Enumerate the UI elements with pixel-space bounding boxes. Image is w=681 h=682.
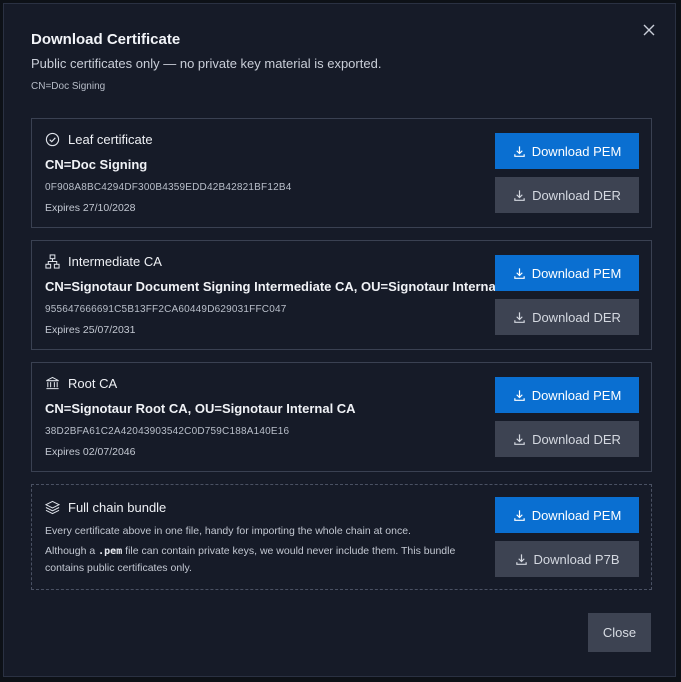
- leaf-certificate-card: Leaf certificate CN=Doc Signing 0F908A8B…: [31, 118, 652, 228]
- download-icon: [513, 189, 526, 202]
- download-der-label: Download DER: [532, 431, 621, 447]
- download-der-button[interactable]: Download DER: [495, 421, 639, 457]
- download-der-button[interactable]: Download DER: [495, 299, 639, 335]
- close-button[interactable]: Close: [588, 613, 651, 652]
- bundle-note-prefix: Although a: [45, 545, 99, 557]
- certificate-fingerprint: 955647666691C5B13FF2CA60449D629031FFC047: [45, 304, 287, 315]
- download-pem-label: Download PEM: [531, 265, 622, 281]
- intermediate-ca-card: Intermediate CA CN=Signotaur Document Si…: [31, 240, 652, 350]
- download-der-label: Download DER: [532, 187, 621, 203]
- certificate-fingerprint: 0F908A8BC4294DF300B4359EDD42B42821BF12B4: [45, 182, 292, 193]
- download-p7b-button[interactable]: Download P7B: [495, 541, 639, 577]
- card-heading-label: Root CA: [68, 376, 118, 391]
- certificate-subject: CN=Doc Signing: [31, 81, 106, 92]
- download-icon: [515, 553, 528, 566]
- certificate-fingerprint: 38D2BFA61C2A42043903542C0D759C188A140E16: [45, 426, 290, 437]
- certificate-expiry: Expires 25/07/2031: [45, 324, 136, 336]
- bundle-description: Every certificate above in one file, han…: [45, 525, 411, 537]
- download-der-label: Download DER: [532, 309, 621, 325]
- full-chain-bundle-heading: Full chain bundle: [45, 500, 166, 515]
- dialog-subtitle: Public certificates only — no private ke…: [31, 56, 382, 71]
- bundle-note-line2: contains public certificates only.: [45, 562, 192, 574]
- download-icon: [513, 509, 526, 522]
- certificate-cn: CN=Signotaur Document Signing Intermedia…: [45, 279, 522, 294]
- dialog-title: Download Certificate: [31, 31, 181, 48]
- download-certificate-dialog: Download Certificate Public certificates…: [3, 3, 676, 677]
- download-p7b-label: Download P7B: [533, 551, 620, 567]
- download-pem-label: Download PEM: [531, 143, 622, 159]
- download-bundle-pem-button[interactable]: Download PEM: [495, 497, 639, 533]
- download-der-button[interactable]: Download DER: [495, 177, 639, 213]
- download-pem-label: Download PEM: [531, 387, 622, 403]
- certificate-expiry: Expires 27/10/2028: [45, 202, 136, 214]
- hierarchy-icon: [45, 254, 60, 269]
- download-icon: [513, 433, 526, 446]
- intermediate-ca-heading: Intermediate CA: [45, 254, 162, 269]
- bundle-note-suffix: file can contain private keys, we would …: [122, 545, 456, 557]
- download-pem-button[interactable]: Download PEM: [495, 133, 639, 169]
- download-pem-button[interactable]: Download PEM: [495, 255, 639, 291]
- download-icon: [513, 389, 526, 402]
- bank-icon: [45, 376, 60, 391]
- download-icon: [513, 267, 526, 280]
- download-pem-button[interactable]: Download PEM: [495, 377, 639, 413]
- card-heading-label: Full chain bundle: [68, 500, 167, 515]
- download-icon: [513, 145, 526, 158]
- certificate-cn: CN=Doc Signing: [45, 157, 148, 172]
- download-pem-label: Download PEM: [531, 507, 622, 523]
- root-ca-card: Root CA CN=Signotaur Root CA, OU=Signota…: [31, 362, 652, 472]
- download-icon: [513, 311, 526, 324]
- close-icon[interactable]: [641, 22, 657, 38]
- root-ca-heading: Root CA: [45, 376, 117, 391]
- check-circle-icon: [45, 132, 60, 147]
- bundle-note-code: .pem: [98, 546, 123, 557]
- layers-icon: [45, 500, 60, 515]
- leaf-certificate-heading: Leaf certificate: [45, 132, 153, 147]
- certificate-cn: CN=Signotaur Root CA, OU=Signotaur Inter…: [45, 401, 356, 416]
- certificate-expiry: Expires 02/07/2046: [45, 446, 136, 458]
- bundle-note: Although a .pem file can contain private…: [45, 543, 455, 576]
- card-heading-label: Leaf certificate: [68, 132, 153, 147]
- full-chain-bundle-card: Full chain bundle Every certificate abov…: [31, 484, 652, 590]
- card-heading-label: Intermediate CA: [68, 254, 162, 269]
